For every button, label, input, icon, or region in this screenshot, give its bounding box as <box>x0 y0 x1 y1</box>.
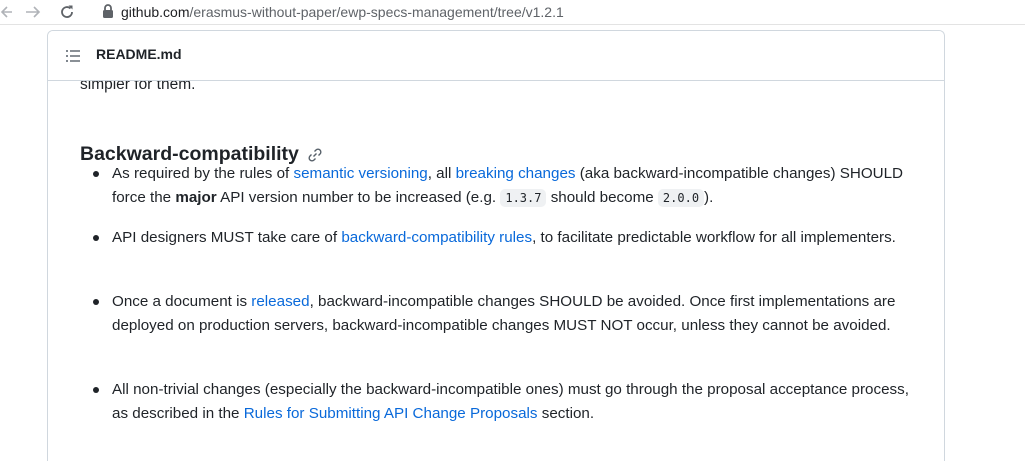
text-run: , all <box>427 165 456 182</box>
link-icon[interactable] <box>307 147 323 163</box>
list-item-text: Once a document is released, backward-in… <box>112 290 920 338</box>
inline-code: 1.3.7 <box>500 189 547 207</box>
url-host: github.com <box>121 4 190 20</box>
address-bar[interactable]: github.com/erasmus-without-paper/ewp-spe… <box>121 2 564 22</box>
bold-text: major <box>175 189 217 206</box>
released-link[interactable]: released <box>251 293 309 310</box>
arrow-right-icon <box>26 6 41 18</box>
bullet <box>93 299 99 305</box>
readme-panel: README.md simpler for them. Backward-com… <box>47 30 945 461</box>
forward-button[interactable] <box>23 0 43 24</box>
url-path: /erasmus-without-paper/ewp-specs-managem… <box>189 4 564 20</box>
semantic-versioning-link[interactable]: semantic versioning <box>294 165 428 182</box>
page-content: README.md simpler for them. Backward-com… <box>0 25 1025 461</box>
browser-toolbar: github.com/erasmus-without-paper/ewp-spe… <box>0 0 1025 25</box>
text-run: As required by the rules of <box>112 165 294 182</box>
text-run: API designers MUST take care of <box>112 229 342 246</box>
text-run: ). <box>704 189 714 206</box>
breaking-changes-link[interactable]: breaking changes <box>456 165 576 182</box>
list-unordered-icon[interactable] <box>65 48 81 64</box>
text-run: should become <box>546 189 658 206</box>
list-item-text: API designers MUST take care of backward… <box>112 226 920 250</box>
arrow-left-icon <box>1 6 12 18</box>
text-run: , to facilitate predictable workflow for… <box>532 229 896 246</box>
readme-title[interactable]: README.md <box>96 46 182 62</box>
bullet <box>93 171 99 177</box>
list-item-text: As required by the rules of semantic ver… <box>112 162 920 210</box>
text-run: API version number to be increased (e.g. <box>216 189 501 206</box>
api-change-proposals-link[interactable]: Rules for Submitting API Change Proposal… <box>244 405 538 422</box>
reload-icon <box>61 5 73 18</box>
backward-compatibility-rules-link[interactable]: backward-compatibility rules <box>341 229 532 246</box>
bullet <box>93 387 99 393</box>
back-button[interactable] <box>0 0 14 24</box>
list-item-text: All non-trivial changes (especially the … <box>112 378 920 426</box>
lock-icon <box>103 4 113 18</box>
bullet <box>93 235 99 241</box>
inline-code: 2.0.0 <box>657 189 705 207</box>
readme-header: README.md <box>48 31 944 81</box>
text-run: section. <box>537 405 595 422</box>
reload-button[interactable] <box>56 0 78 24</box>
text-run: Once a document is <box>112 293 252 310</box>
